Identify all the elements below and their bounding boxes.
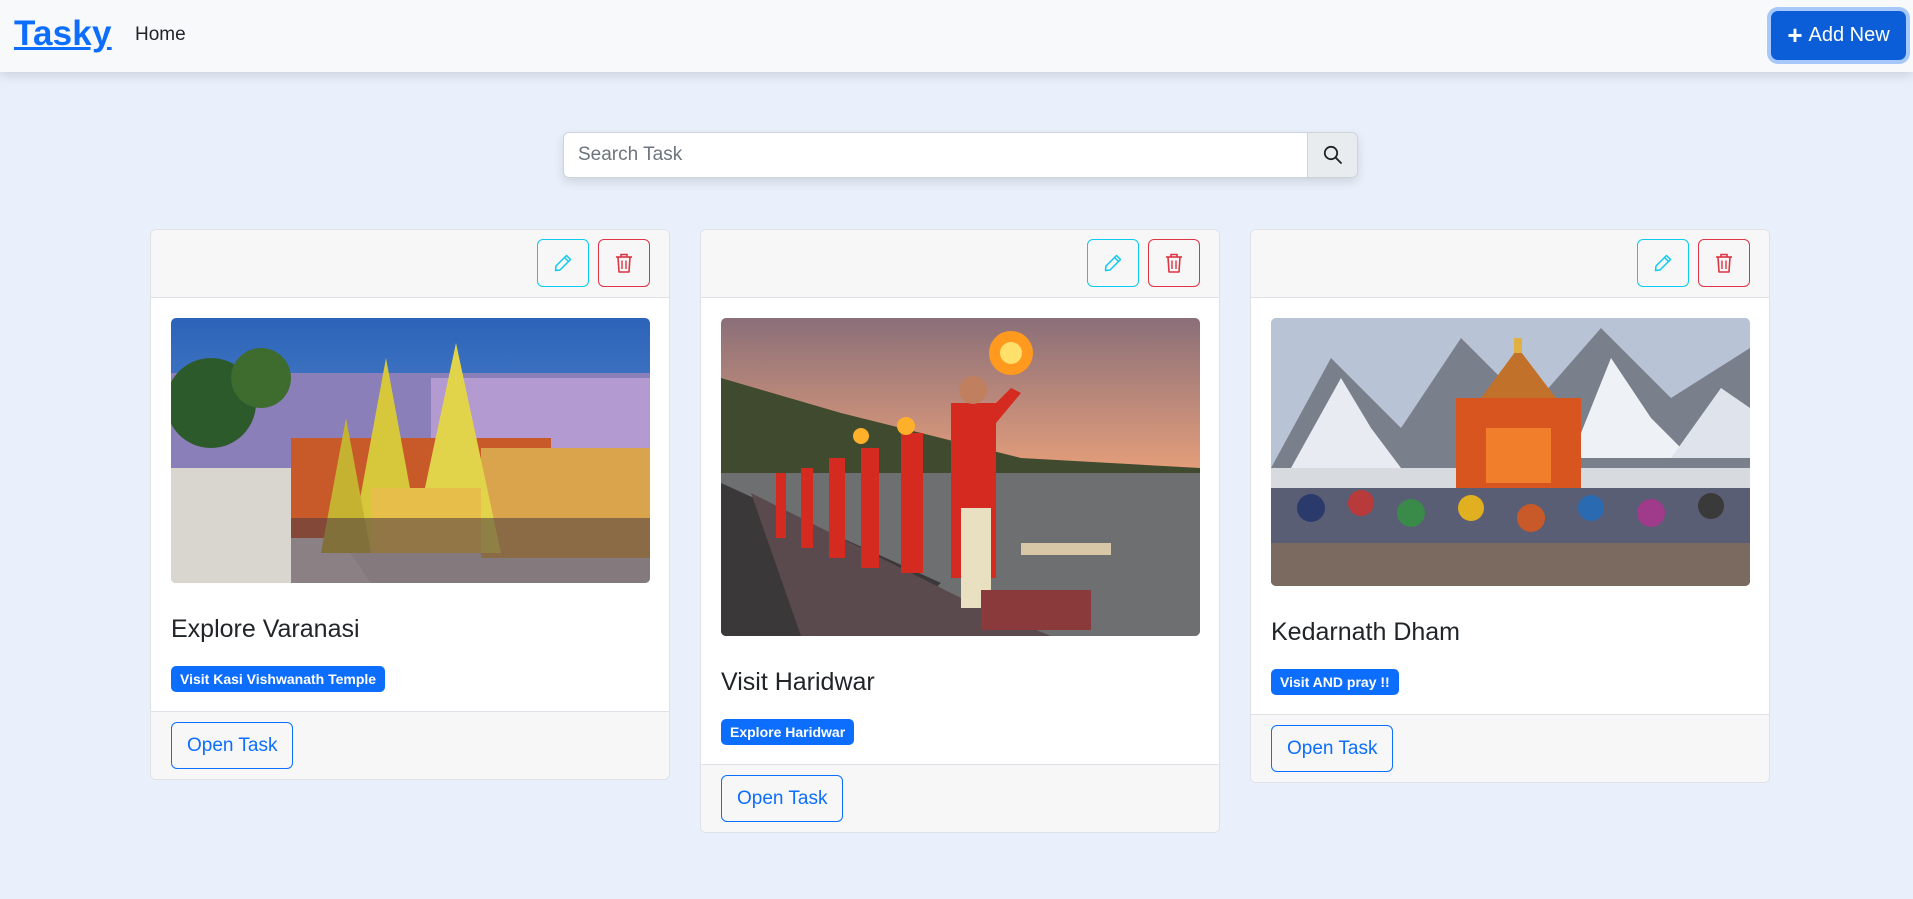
card-footer: Open Task	[701, 764, 1219, 832]
card-body: Kedarnath Dham Visit AND pray !!	[1251, 298, 1769, 714]
open-task-button[interactable]: Open Task	[1271, 725, 1394, 772]
delete-task-button[interactable]	[1148, 239, 1200, 287]
search-button[interactable]	[1307, 132, 1358, 178]
brand-logo-link[interactable]: Tasky	[14, 14, 112, 54]
task-tag-badge: Explore Haridwar	[721, 719, 855, 745]
task-card: Visit Haridwar Explore Haridwar Open Tas…	[700, 229, 1220, 833]
nav-home-link[interactable]: Home	[135, 24, 186, 46]
trash-icon	[1716, 253, 1732, 273]
add-new-label: Add New	[1808, 24, 1890, 46]
open-task-button[interactable]: Open Task	[171, 722, 294, 769]
card-body: Explore Varanasi Visit Kasi Vishwanath T…	[151, 298, 669, 711]
task-card: Explore Varanasi Visit Kasi Vishwanath T…	[150, 229, 670, 780]
edit-task-button[interactable]	[1637, 239, 1689, 287]
trash-icon	[616, 253, 632, 273]
delete-task-button[interactable]	[1698, 239, 1750, 287]
haridwar-aarti-image	[721, 318, 1200, 636]
pencil-icon	[554, 254, 572, 272]
card-header	[151, 230, 669, 298]
edit-task-button[interactable]	[537, 239, 589, 287]
task-title: Explore Varanasi	[171, 615, 360, 643]
search-icon	[1323, 145, 1342, 164]
task-title: Kedarnath Dham	[1271, 618, 1461, 646]
edit-task-button[interactable]	[1087, 239, 1139, 287]
task-tag-badge: Visit Kasi Vishwanath Temple	[171, 666, 386, 692]
task-tag-badge: Visit AND pray !!	[1271, 669, 1399, 695]
kedarnath-temple-image	[1271, 318, 1750, 586]
plus-icon: +	[1787, 19, 1803, 50]
navbar: Tasky Home + Add New	[0, 0, 1913, 72]
card-body: Visit Haridwar Explore Haridwar	[701, 298, 1219, 764]
card-footer: Open Task	[151, 711, 669, 779]
task-title: Visit Haridwar	[721, 668, 875, 696]
pencil-icon	[1104, 254, 1122, 272]
open-task-button[interactable]: Open Task	[721, 775, 844, 822]
search-bar	[563, 132, 1358, 178]
card-header	[1251, 230, 1769, 298]
card-footer: Open Task	[1251, 714, 1769, 782]
varanasi-temple-image	[171, 318, 650, 583]
search-input[interactable]	[563, 132, 1307, 178]
pencil-icon	[1654, 254, 1672, 272]
delete-task-button[interactable]	[598, 239, 650, 287]
trash-icon	[1166, 253, 1182, 273]
card-header	[701, 230, 1219, 298]
add-new-button[interactable]: + Add New	[1771, 11, 1906, 60]
task-card: Kedarnath Dham Visit AND pray !! Open Ta…	[1250, 229, 1770, 783]
